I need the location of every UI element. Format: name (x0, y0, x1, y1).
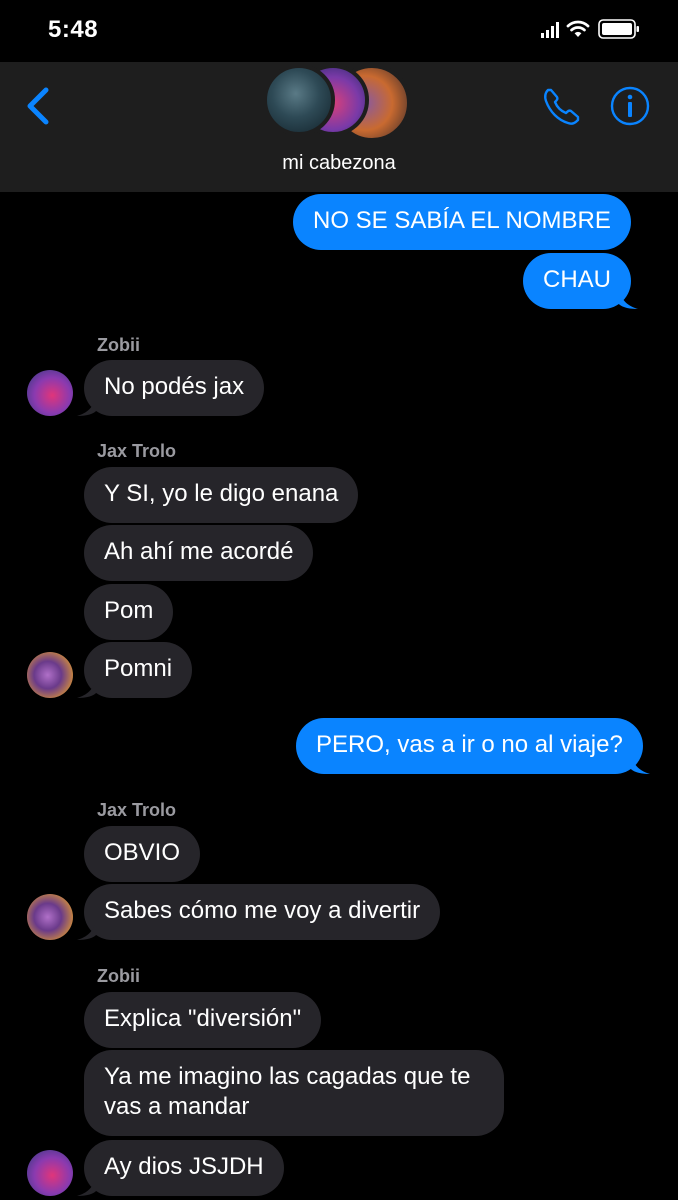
cellular-signal-icon (541, 22, 559, 38)
message-text: No podés jax (104, 373, 245, 400)
incoming-message[interactable]: Ay dios JSJDH (77, 1140, 284, 1196)
messages-screen: 5:48 mi cabezona NO SE SABÍA EL NOMBRE C… (0, 0, 678, 1200)
avatar-zobii[interactable] (27, 1150, 73, 1196)
message-text: Pomni (104, 655, 173, 682)
incoming-message[interactable]: Ya me imagino las cagadas que te vas a m… (84, 1050, 504, 1136)
message-text: Pom (104, 597, 154, 624)
incoming-message[interactable]: Y SI, yo le digo enana (84, 467, 359, 523)
battery-icon (598, 19, 639, 39)
message-text: Sabes cómo me voy a divertir (104, 897, 421, 924)
incoming-message[interactable]: Ah ahí me acordé (84, 525, 314, 581)
sender-name: Zobii (97, 335, 140, 355)
message-text: Explica "diversión" (104, 1005, 302, 1032)
incoming-message[interactable]: Explica "diversión" (84, 992, 322, 1048)
outgoing-message[interactable]: PERO, vas a ir o no al viaje? (296, 718, 650, 774)
incoming-message[interactable]: Pomni (77, 642, 193, 698)
bubble-tail (77, 920, 97, 940)
message-text: Ya me imagino las cagadas que te vas a m… (104, 1063, 471, 1120)
back-chevron-icon[interactable] (22, 84, 56, 128)
info-icon[interactable] (610, 86, 650, 126)
avatar-jax-trolo[interactable] (27, 652, 73, 698)
phone-icon[interactable] (540, 84, 584, 128)
group-avatar (263, 64, 335, 136)
avatar-jax-trolo[interactable] (27, 894, 73, 940)
outgoing-message[interactable]: CHAU (523, 253, 639, 309)
message-text: NO SE SABÍA EL NOMBRE (313, 207, 611, 234)
message-text: Ah ahí me acordé (104, 538, 294, 565)
bubble-tail (629, 754, 650, 774)
avatar-zobii[interactable] (27, 370, 73, 416)
conversation-header: mi cabezona (0, 62, 678, 192)
message-text: OBVIO (104, 839, 181, 866)
wifi-icon (566, 20, 590, 37)
group-name[interactable]: mi cabezona (0, 152, 678, 175)
sender-name: Jax Trolo (97, 441, 177, 461)
bubble-tail (618, 289, 639, 309)
outgoing-message[interactable]: NO SE SABÍA EL NOMBRE (293, 194, 631, 250)
message-text: CHAU (543, 266, 612, 293)
group-avatars[interactable] (263, 62, 423, 144)
message-text: PERO, vas a ir o no al viaje? (316, 731, 623, 758)
message-text: Ay dios JSJDH (104, 1153, 264, 1180)
status-bar: 5:48 (0, 0, 678, 62)
status-time: 5:48 (48, 16, 99, 43)
sender-name: Jax Trolo (97, 800, 177, 820)
incoming-message[interactable]: Pom (84, 584, 174, 640)
incoming-message[interactable]: OBVIO (84, 826, 201, 882)
bubble-tail (77, 678, 97, 698)
incoming-message[interactable]: Sabes cómo me voy a divertir (77, 884, 441, 940)
incoming-message[interactable]: No podés jax (77, 360, 265, 416)
sender-name: Zobii (97, 966, 140, 986)
bubble-tail (77, 396, 97, 416)
message-text: Y SI, yo le digo enana (104, 480, 339, 507)
bubble-tail (77, 1176, 97, 1196)
